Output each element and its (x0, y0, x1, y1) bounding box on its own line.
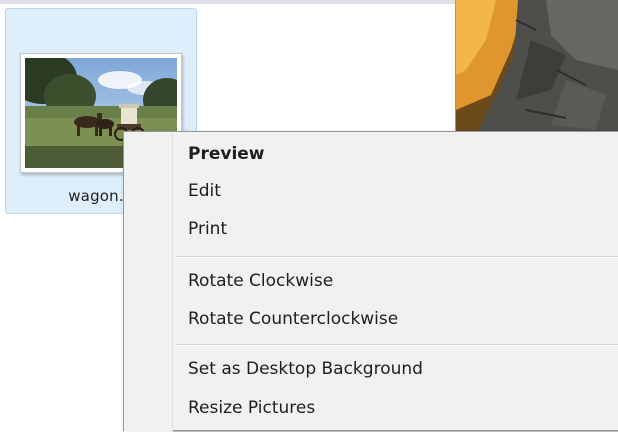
menu-item-print[interactable]: Print (188, 215, 227, 243)
menu-separator (176, 344, 618, 346)
menu-item-rotate-counterclockwise[interactable]: Rotate Counterclockwise (188, 305, 398, 333)
menu-icon-gutter (124, 132, 173, 432)
menu-item-preview[interactable]: Preview (188, 140, 265, 168)
menu-item-set-desktop-background[interactable]: Set as Desktop Background (188, 355, 423, 383)
menu-item-rotate-clockwise[interactable]: Rotate Clockwise (188, 267, 333, 295)
adjacent-photo-thumbnail[interactable] (456, 0, 618, 135)
menu-item-edit[interactable]: Edit (188, 177, 221, 205)
rock-photo-image (456, 0, 618, 135)
menu-item-resize-pictures[interactable]: Resize Pictures (188, 394, 315, 422)
context-menu: Preview Edit Print Rotate Clockwise Rota… (123, 131, 618, 432)
menu-separator (176, 256, 618, 258)
